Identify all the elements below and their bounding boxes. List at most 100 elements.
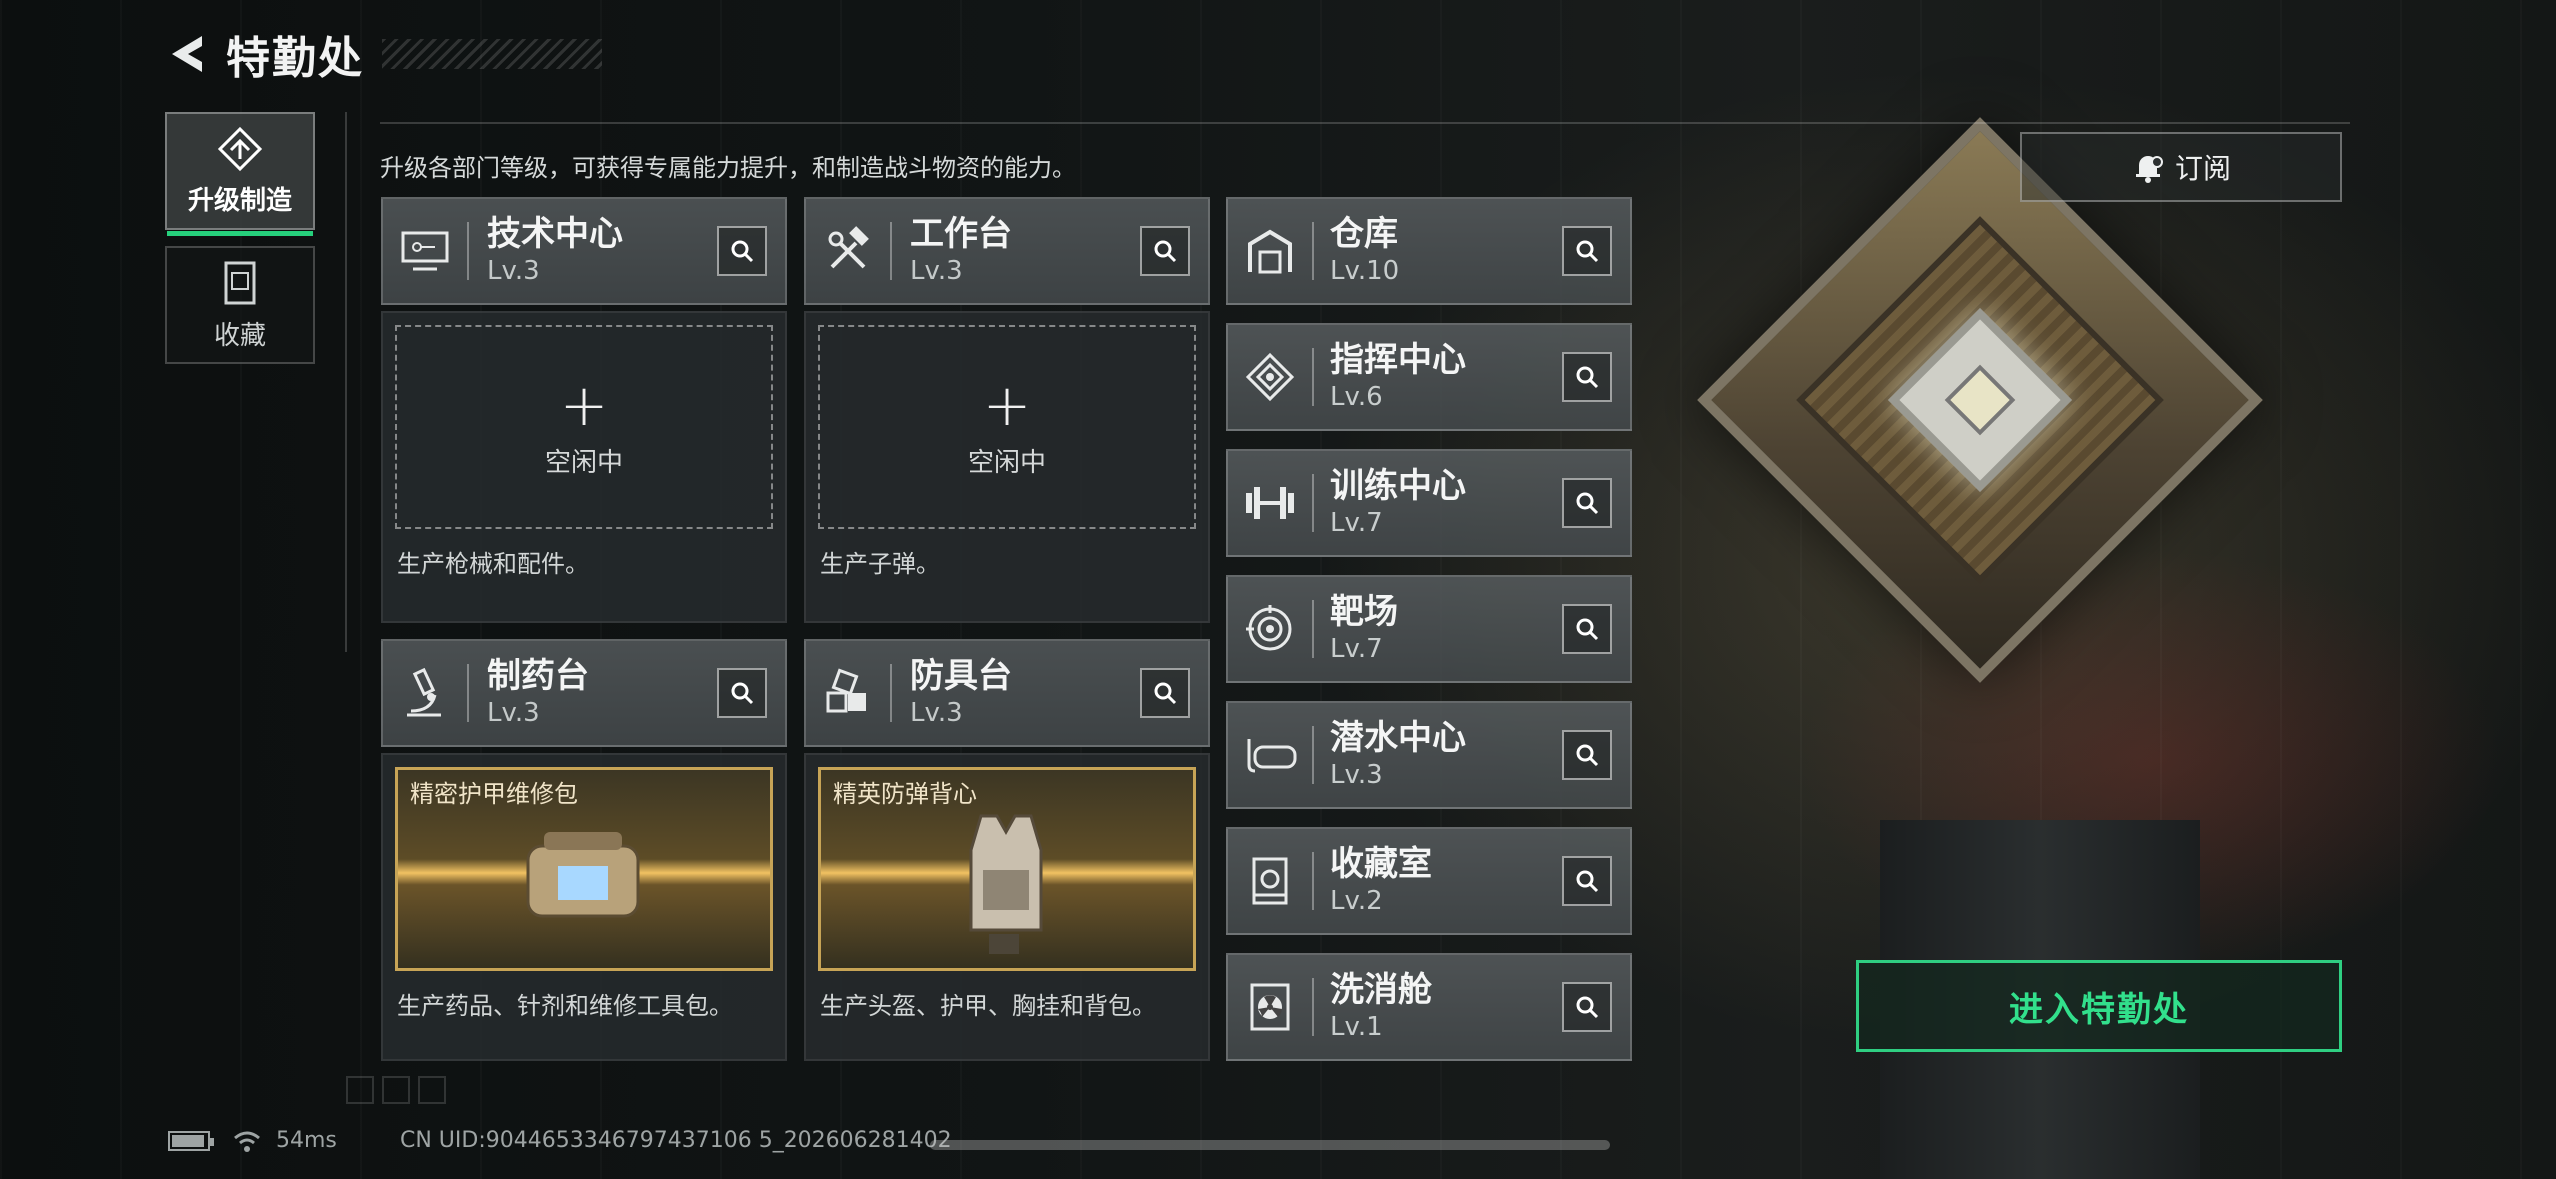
search-icon: [731, 682, 754, 705]
list-item-command-center[interactable]: 指挥中心 Lv.6: [1226, 323, 1632, 431]
plus-icon: +: [982, 370, 1032, 439]
item-level: Lv.10: [1330, 255, 1400, 286]
search-icon: [1576, 996, 1599, 1019]
wifi-icon: [234, 1131, 260, 1152]
production-item-slot[interactable]: 精密护甲维修包: [395, 767, 773, 971]
list-item-warehouse[interactable]: 仓库 Lv.10: [1226, 197, 1632, 305]
subscribe-label: 订阅: [2174, 152, 2231, 185]
hammer-wrench-icon: [806, 199, 890, 303]
item-name: 训练中心: [1330, 466, 1466, 507]
card-level: Lv.3: [910, 697, 963, 728]
search-icon: [1576, 366, 1599, 389]
battery-level: [172, 1134, 204, 1147]
list-item-shooting-range[interactable]: 靶场 Lv.7: [1226, 575, 1632, 683]
card-armor-bench-body: 精英防弹背心 生产头盔、护甲、胸挂和背包。: [804, 753, 1210, 1061]
cube-artwork: [1697, 117, 2263, 683]
card-armor-bench[interactable]: 防具台 Lv.3: [804, 639, 1210, 747]
card-pharmacy-body: 精密护甲维修包 生产药品、针剂和维修工具包。: [381, 753, 787, 1061]
search-icon: [1576, 240, 1599, 263]
card-name: 技术中心: [487, 214, 623, 255]
search-button[interactable]: [1562, 856, 1612, 906]
search-icon: [1576, 492, 1599, 515]
item-level: Lv.2: [1330, 885, 1383, 916]
home-indicator[interactable]: [930, 1140, 1610, 1150]
production-item-slot[interactable]: 精英防弹背心: [818, 767, 1196, 971]
diving-mask-icon: [1228, 703, 1312, 807]
production-slot[interactable]: + 空闲中: [818, 325, 1196, 529]
cubes-icon: [806, 641, 890, 745]
card-name: 防具台: [910, 656, 1012, 697]
search-button[interactable]: [717, 668, 767, 718]
search-icon: [1154, 240, 1177, 263]
target-icon: [1228, 577, 1312, 681]
list-item-training-center[interactable]: 训练中心 Lv.7: [1226, 449, 1632, 557]
tab-collection[interactable]: 收藏: [165, 246, 315, 364]
search-icon: [1154, 682, 1177, 705]
title-decoration: [382, 39, 602, 69]
list-item-decontamination[interactable]: 洗消舱 Lv.1: [1226, 953, 1632, 1061]
search-button[interactable]: [1562, 226, 1612, 276]
card-description: 生产子弹。: [820, 550, 940, 578]
item-name: 指挥中心: [1330, 340, 1466, 381]
back-button[interactable]: [160, 26, 216, 82]
search-icon: [731, 240, 754, 263]
microscope-icon: [383, 641, 467, 745]
enter-special-ops-button[interactable]: 进入特勤处: [1856, 960, 2342, 1052]
back-arrow-icon: [172, 36, 202, 72]
search-button[interactable]: [1140, 668, 1190, 718]
repair-kit-icon: [526, 832, 640, 918]
item-level: Lv.3: [1330, 759, 1383, 790]
list-item-collection-room[interactable]: 收藏室 Lv.2: [1226, 827, 1632, 935]
enter-button-label: 进入特勤处: [2009, 989, 2189, 1030]
search-button[interactable]: [1140, 226, 1190, 276]
item-name: 精英防弹背心: [833, 780, 977, 808]
item-name: 仓库: [1330, 214, 1398, 255]
item-name: 靶场: [1330, 592, 1398, 633]
card-workbench[interactable]: 工作台 Lv.3: [804, 197, 1210, 305]
item-name: 精密护甲维修包: [410, 780, 578, 808]
search-button[interactable]: [1562, 478, 1612, 528]
card-name: 制药台: [487, 656, 589, 697]
card-workbench-body: + 空闲中 生产子弹。: [804, 311, 1210, 623]
item-level: Lv.6: [1330, 381, 1383, 412]
bell-icon: [2135, 156, 2163, 183]
upgrade-icon: [217, 126, 263, 171]
item-level: Lv.7: [1330, 507, 1383, 538]
search-button[interactable]: [717, 226, 767, 276]
card-pharmacy[interactable]: 制药台 Lv.3: [381, 639, 787, 747]
slot-state: 空闲中: [967, 447, 1046, 478]
card-level: Lv.3: [487, 255, 540, 286]
search-button[interactable]: [1562, 982, 1612, 1032]
user-id: CN UID:9044653346797437106 5_20260628140…: [400, 1128, 952, 1153]
tab-upgrade-craft[interactable]: 升级制造: [165, 112, 315, 236]
card-description: 生产药品、针剂和维修工具包。: [397, 992, 733, 1020]
computer-icon: [383, 199, 467, 303]
item-level: Lv.7: [1330, 633, 1383, 664]
card-description: 生产枪械和配件。: [397, 550, 589, 578]
decoration-marks: [346, 1076, 446, 1104]
divider: [380, 122, 2350, 124]
header: 特勤处: [160, 22, 602, 86]
search-button[interactable]: [1562, 604, 1612, 654]
search-button[interactable]: [1562, 730, 1612, 780]
production-slot[interactable]: + 空闲中: [395, 325, 773, 529]
card-description: 生产头盔、护甲、胸挂和背包。: [820, 992, 1156, 1020]
collection-icon: [224, 261, 256, 304]
item-name: 收藏室: [1330, 844, 1432, 885]
card-tech-center-body: + 空闲中 生产枪械和配件。: [381, 311, 787, 623]
subscribe-button[interactable]: 订阅: [2020, 132, 2342, 202]
search-icon: [1576, 744, 1599, 767]
tab-upgrade-craft-label: 升级制造: [187, 185, 292, 216]
search-icon: [1576, 618, 1599, 641]
tab-collection-label: 收藏: [213, 320, 266, 351]
ping-value: 54ms: [276, 1128, 337, 1153]
card-tech-center[interactable]: 技术中心 Lv.3: [381, 197, 787, 305]
item-name: 洗消舱: [1330, 970, 1432, 1011]
slot-state: 空闲中: [544, 447, 623, 478]
item-name: 潜水中心: [1330, 718, 1466, 759]
vest-icon: [969, 814, 1043, 954]
card-name: 工作台: [910, 214, 1012, 255]
search-button[interactable]: [1562, 352, 1612, 402]
list-item-diving-center[interactable]: 潜水中心 Lv.3: [1226, 701, 1632, 809]
radiation-icon: [1228, 955, 1312, 1059]
